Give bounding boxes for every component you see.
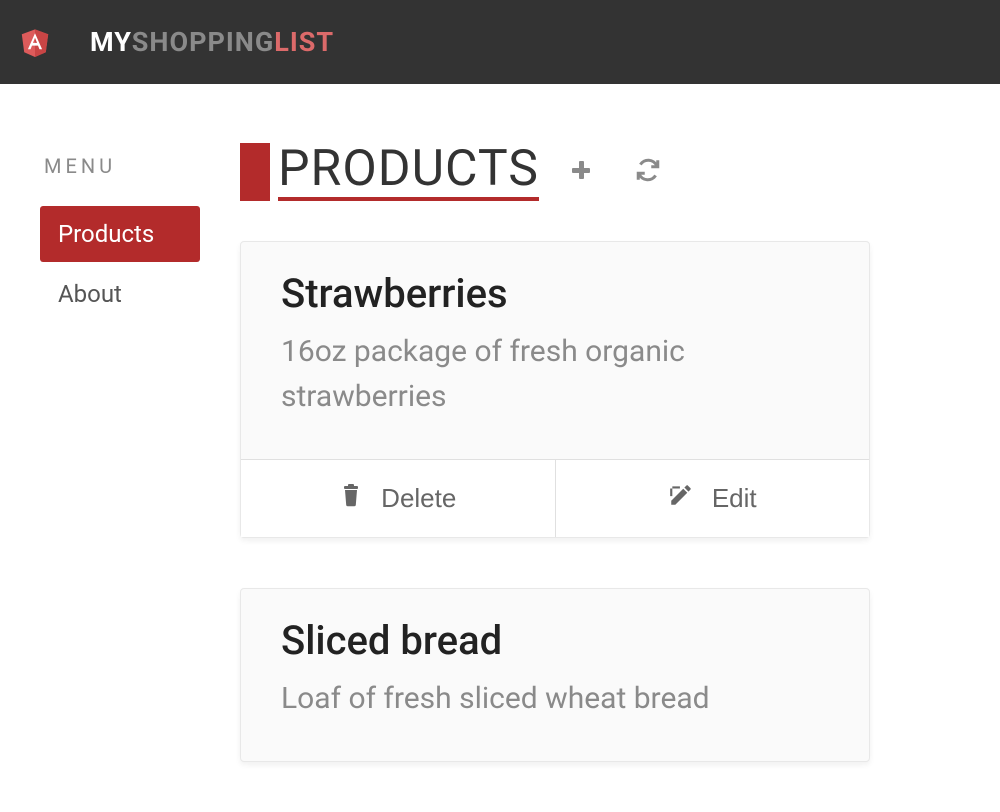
heading-accent-bar: [240, 143, 270, 201]
sidebar-item-label: Products: [58, 220, 154, 248]
angular-logo-icon: [20, 24, 50, 60]
sidebar-item-products[interactable]: Products: [40, 206, 200, 262]
sidebar-item-label: About: [58, 280, 122, 308]
edit-icon: [668, 482, 694, 515]
page-heading-row: PRODUCTS: [240, 142, 870, 201]
trash-icon: [339, 482, 363, 515]
brand-title: MYSHOPPINGLIST: [90, 26, 334, 58]
edit-button-label: Edit: [712, 483, 757, 514]
sidebar-item-about[interactable]: About: [40, 266, 200, 322]
sidebar: MENU Products About: [40, 124, 240, 812]
brand-part-list: LIST: [274, 26, 334, 58]
product-description: 16oz package of fresh organic strawberri…: [281, 329, 829, 419]
edit-button[interactable]: Edit: [556, 460, 870, 537]
product-card: Sliced bread Loaf of fresh sliced wheat …: [240, 588, 870, 762]
add-product-icon[interactable]: [569, 158, 593, 186]
brand-part-my: MY: [90, 26, 132, 58]
page-title: PRODUCTS: [278, 142, 539, 201]
product-card: Strawberries 16oz package of fresh organ…: [240, 241, 870, 538]
product-title: Sliced bread: [281, 617, 829, 664]
refresh-icon[interactable]: [635, 157, 661, 187]
product-description: Loaf of fresh sliced wheat bread: [281, 676, 829, 721]
app-header: MYSHOPPINGLIST: [0, 0, 1000, 84]
delete-button[interactable]: Delete: [241, 460, 556, 537]
menu-heading: MENU: [44, 154, 240, 178]
main-content: PRODUCTS: [240, 124, 1000, 812]
product-title: Strawberries: [281, 270, 829, 317]
delete-button-label: Delete: [381, 483, 456, 514]
brand-part-shopping: SHOPPING: [132, 26, 274, 58]
